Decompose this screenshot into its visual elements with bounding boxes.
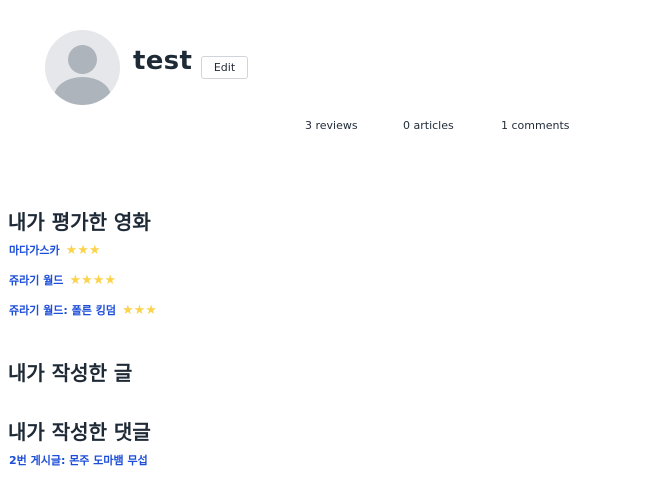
articles-heading: 내가 작성한 글 bbox=[8, 361, 133, 385]
comments-heading: 내가 작성한 댓글 bbox=[8, 420, 151, 444]
avatar-head-icon bbox=[68, 45, 97, 74]
articles-count: 0 articles bbox=[403, 119, 454, 132]
star-rating-icon: ★★★ bbox=[121, 302, 157, 318]
avatar-body-icon bbox=[54, 77, 111, 105]
username: test bbox=[133, 46, 193, 76]
rated-movie-item[interactable]: 쥬라기 월드 ★★★★ bbox=[9, 272, 116, 288]
edit-profile-button[interactable]: Edit bbox=[201, 56, 248, 79]
comments-count: 1 comments bbox=[501, 119, 570, 132]
rated-movie-item[interactable]: 쥬라기 월드: 폴른 킹덤 ★★★ bbox=[9, 302, 157, 318]
rated-movie-item[interactable]: 마다가스카 ★★★ bbox=[9, 242, 101, 258]
avatar bbox=[45, 30, 120, 105]
movie-title-link[interactable]: 마다가스카 bbox=[9, 242, 60, 258]
reviews-count: 3 reviews bbox=[305, 119, 358, 132]
star-rating-icon: ★★★ bbox=[65, 242, 101, 258]
star-rating-icon: ★★★★ bbox=[69, 272, 117, 288]
comment-item[interactable]: 2번 게시글: 몬주 도마뱀 무섭 bbox=[9, 452, 148, 468]
rated-movies-heading: 내가 평가한 영화 bbox=[8, 210, 151, 234]
movie-title-link[interactable]: 쥬라기 월드 bbox=[9, 272, 63, 288]
movie-title-link[interactable]: 쥬라기 월드: 폴른 킹덤 bbox=[9, 302, 116, 318]
comment-link[interactable]: 2번 게시글: 몬주 도마뱀 무섭 bbox=[9, 452, 148, 468]
